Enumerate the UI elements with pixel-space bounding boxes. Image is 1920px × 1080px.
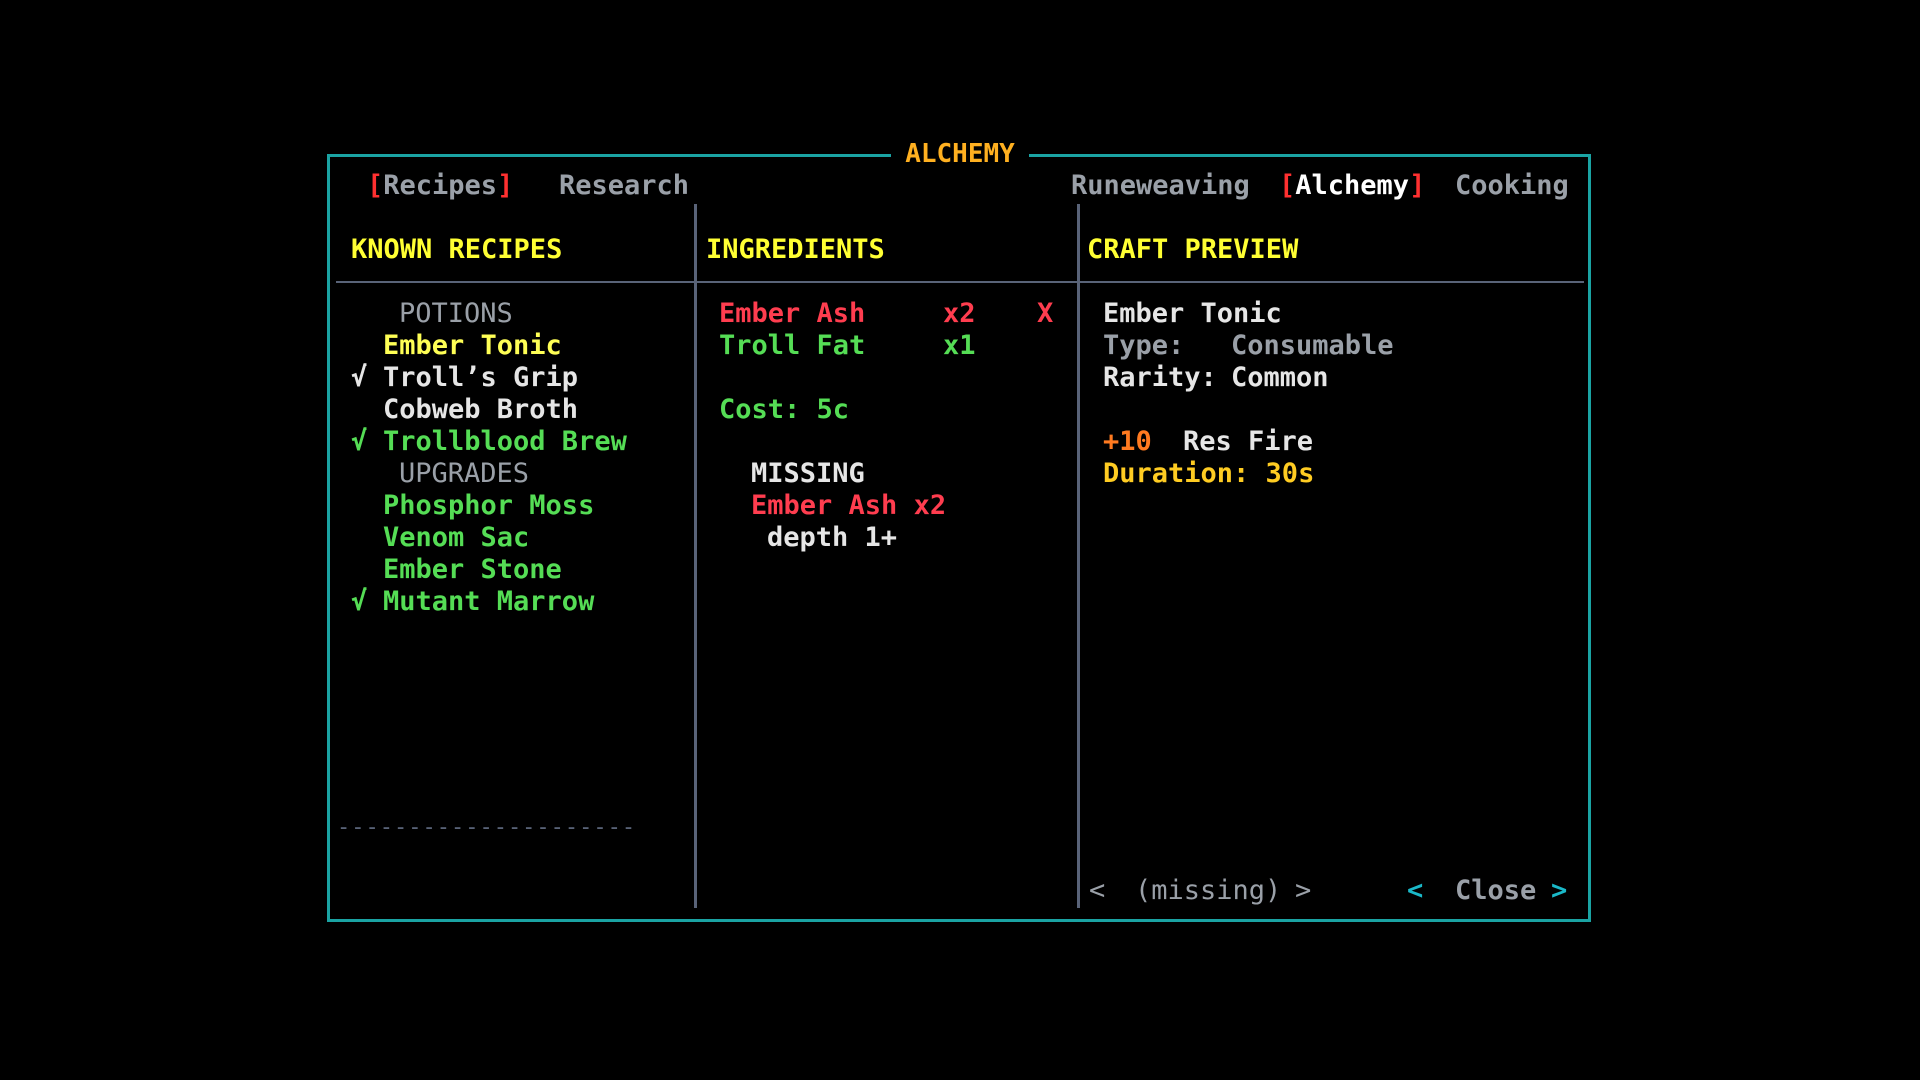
category-potions: POTIONS (399, 298, 513, 329)
recipe-trollblood-brew[interactable]: Trollblood Brew (383, 426, 627, 458)
column-divider-left (694, 204, 697, 908)
missing-x-icon: X (1037, 298, 1054, 329)
tab-recipes-label: Recipes (383, 170, 498, 201)
ingredient-ember-ash: Ember Ash (719, 298, 866, 329)
column-divider-right (1077, 204, 1080, 908)
preview-rarity-label: Rarity: (1103, 362, 1217, 393)
tab-runeweaving[interactable]: Runeweaving (1071, 170, 1250, 202)
missing-label: MISSING (751, 458, 865, 489)
tab-bracket-close: ] (497, 170, 514, 201)
preview-type-value: Consumable (1231, 330, 1394, 361)
craft-cost: Cost: 5c (719, 394, 850, 425)
craft-preview-header: CRAFT PREVIEW (1087, 234, 1299, 265)
craft-prev-arrow-icon[interactable]: < (1089, 875, 1105, 907)
ingredients-header: INGREDIENTS (706, 234, 885, 265)
ingredient-troll-fat: Troll Fat (719, 330, 866, 361)
recipe-cobweb-broth[interactable]: Cobweb Broth (383, 394, 578, 426)
tab-bracket-open: [ (367, 170, 384, 201)
tab-runeweaving-label: Runeweaving (1071, 170, 1250, 201)
missing-ember-ash: Ember Ash x2 (751, 490, 946, 522)
header-divider (336, 281, 1584, 283)
preview-duration: Duration: 30s (1103, 458, 1315, 489)
close-prev-arrow-icon[interactable]: < (1407, 875, 1423, 907)
craft-status-missing: (missing) (1135, 875, 1282, 906)
recipe-ember-stone[interactable]: Ember Stone (383, 554, 562, 586)
missing-item-qty: x2 (913, 490, 947, 521)
preview-type-label: Type: (1103, 330, 1185, 361)
known-recipes-header: KNOWN RECIPES (351, 234, 563, 265)
recipe-venom-sac[interactable]: Venom Sac (383, 522, 529, 554)
recipe-ember-tonic[interactable]: Ember Tonic (383, 330, 562, 362)
preview-effect-name: Res Fire (1183, 426, 1314, 457)
tab-bracket-close: ] (1409, 170, 1426, 201)
close-next-arrow-icon[interactable]: > (1551, 875, 1567, 907)
preview-rarity-value: Common (1231, 362, 1329, 393)
tab-cooking-label: Cooking (1455, 170, 1569, 201)
ingredient-troll-fat-qty: x1 (943, 330, 976, 361)
missing-item-location: depth 1+ (767, 522, 898, 553)
close-button[interactable]: Close (1455, 875, 1536, 907)
tab-cooking[interactable]: Cooking (1455, 170, 1569, 202)
recipe-phosphor-moss[interactable]: Phosphor Moss (383, 490, 594, 522)
tab-recipes[interactable]: [Recipes] (367, 170, 513, 202)
preview-effect-value: +10 (1103, 426, 1152, 457)
tab-research[interactable]: Research (559, 170, 689, 202)
category-upgrades: UPGRADES (399, 458, 530, 489)
craft-next-arrow-icon[interactable]: > (1295, 875, 1311, 907)
tab-alchemy[interactable]: [Alchemy] (1279, 170, 1425, 202)
preview-item-name: Ember Tonic (1103, 298, 1282, 329)
tab-bracket-open: [ (1279, 170, 1296, 201)
recipe-mutant-marrow[interactable]: Mutant Marrow (383, 586, 594, 618)
recipe-check-icon: √ (351, 426, 368, 457)
ingredient-ember-ash-qty: x2 (943, 298, 976, 329)
recipes-footer-divider: --------------------- (337, 815, 637, 840)
recipe-check-icon: √ (351, 362, 368, 393)
recipe-check-icon: √ (351, 586, 368, 617)
tab-alchemy-label: Alchemy (1295, 170, 1410, 201)
missing-item-name: Ember Ash (751, 490, 898, 521)
tab-research-label: Research (559, 170, 690, 201)
recipe-trolls-grip[interactable]: Troll’s Grip (383, 362, 578, 394)
